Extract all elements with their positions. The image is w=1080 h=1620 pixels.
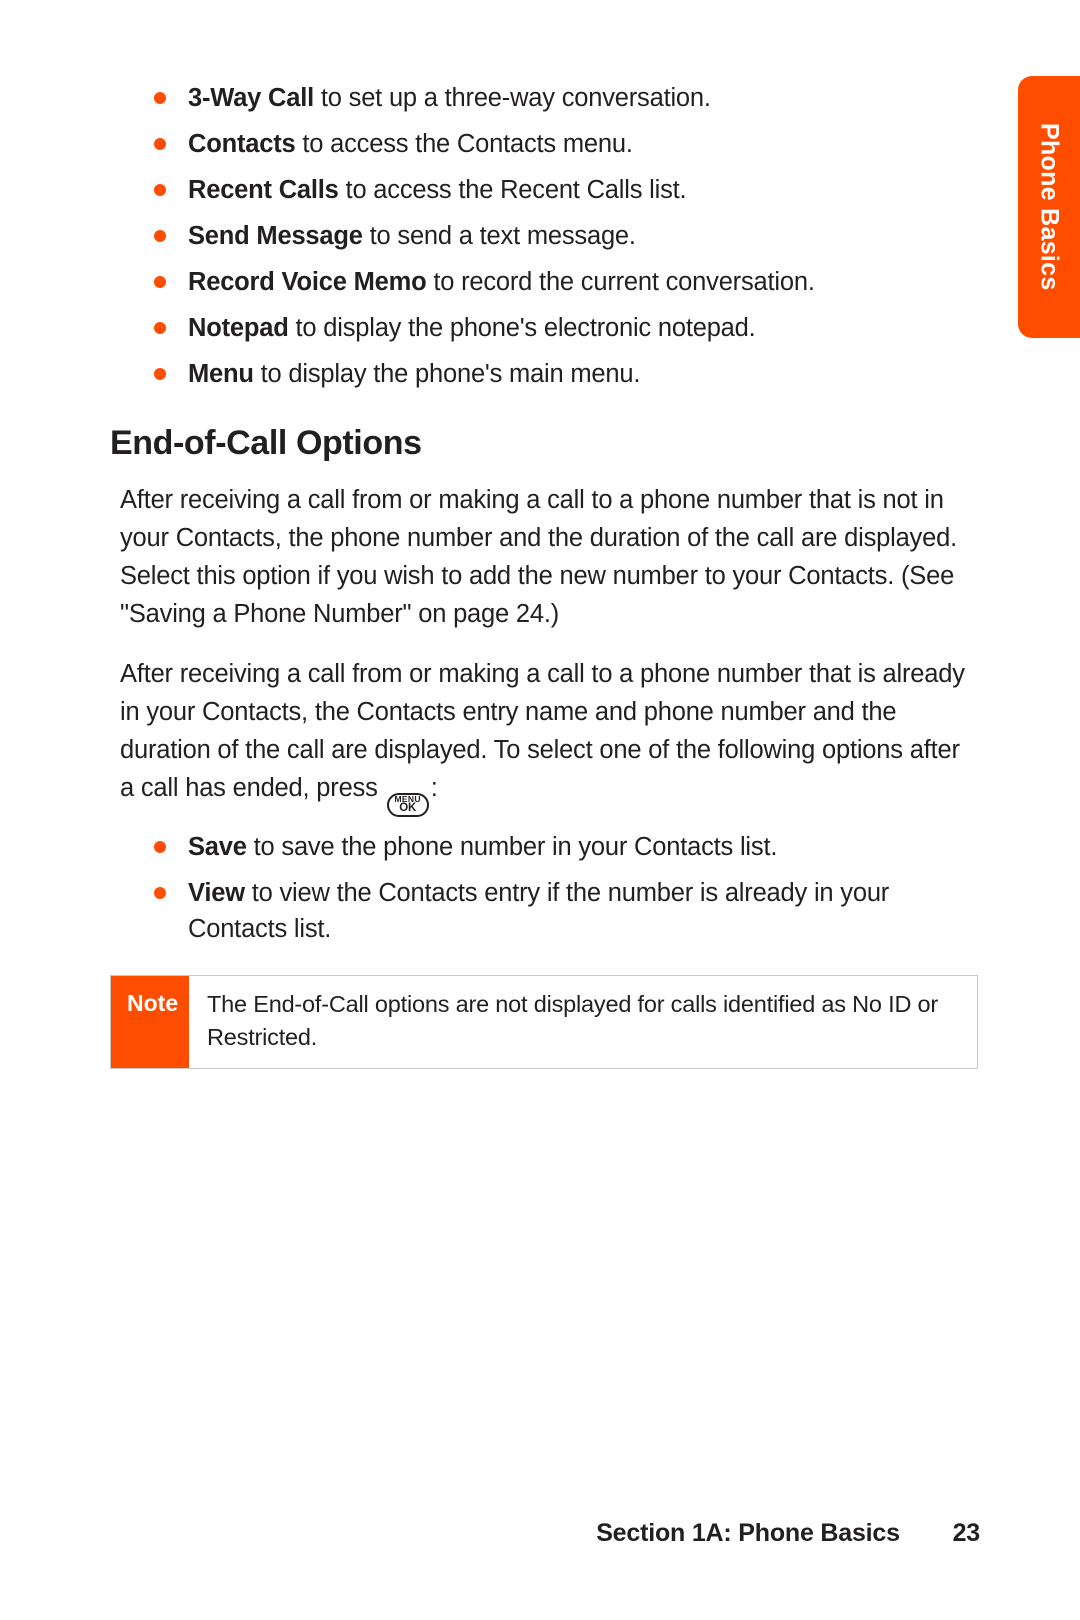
end-call-options-list: Save to save the phone number in your Co… bbox=[110, 829, 980, 947]
list-item: Notepad to display the phone's electroni… bbox=[154, 310, 980, 346]
list-item: Menu to display the phone's main menu. bbox=[154, 356, 980, 392]
footer-page-number: 23 bbox=[953, 1519, 980, 1547]
option-name: Contacts bbox=[188, 130, 296, 158]
option-desc: to save the phone number in your Contact… bbox=[247, 833, 777, 861]
side-tab-phone-basics: Phone Basics bbox=[1018, 76, 1080, 338]
options-list: 3-Way Call to set up a three-way convers… bbox=[110, 80, 980, 392]
option-desc: to set up a three-way conversation. bbox=[314, 84, 711, 112]
option-desc: to send a text message. bbox=[363, 222, 636, 250]
option-desc: to access the Contacts menu. bbox=[296, 130, 633, 158]
paragraph: After receiving a call from or making a … bbox=[120, 655, 980, 817]
option-desc: to record the current conversation. bbox=[426, 268, 814, 296]
option-name: View bbox=[188, 879, 245, 907]
option-name: Menu bbox=[188, 360, 254, 388]
menu-ok-key-icon: MENU OK bbox=[387, 793, 429, 817]
list-item: Recent Calls to access the Recent Calls … bbox=[154, 172, 980, 208]
note-text: The End-of-Call options are not displaye… bbox=[189, 976, 977, 1068]
option-name: Recent Calls bbox=[188, 176, 339, 204]
option-name: 3-Way Call bbox=[188, 84, 314, 112]
list-item: Contacts to access the Contacts menu. bbox=[154, 126, 980, 162]
section-heading: End-of-Call Options bbox=[110, 424, 980, 463]
footer-section: Section 1A: Phone Basics bbox=[596, 1519, 900, 1547]
option-desc: to display the phone's main menu. bbox=[254, 360, 640, 388]
option-name: Notepad bbox=[188, 314, 289, 342]
option-desc: to access the Recent Calls list. bbox=[339, 176, 687, 204]
option-desc: to view the Contacts entry if the number… bbox=[188, 879, 889, 943]
list-item: Send Message to send a text message. bbox=[154, 218, 980, 254]
list-item: 3-Way Call to set up a three-way convers… bbox=[154, 80, 980, 116]
side-tab-label: Phone Basics bbox=[1035, 123, 1064, 291]
list-item: View to view the Contacts entry if the n… bbox=[154, 875, 980, 947]
option-name: Record Voice Memo bbox=[188, 268, 426, 296]
list-item: Save to save the phone number in your Co… bbox=[154, 829, 980, 865]
key-bottom-label: OK bbox=[399, 803, 416, 815]
option-name: Send Message bbox=[188, 222, 363, 250]
paragraph-text-post: : bbox=[431, 774, 438, 802]
note-box: Note The End-of-Call options are not dis… bbox=[110, 975, 978, 1069]
list-item: Record Voice Memo to record the current … bbox=[154, 264, 980, 300]
option-name: Save bbox=[188, 833, 247, 861]
page-footer: Section 1A: Phone Basics 23 bbox=[596, 1519, 980, 1548]
paragraph: After receiving a call from or making a … bbox=[120, 481, 980, 633]
note-label: Note bbox=[111, 976, 189, 1068]
paragraph-text-pre: After receiving a call from or making a … bbox=[120, 660, 965, 802]
option-desc: to display the phone's electronic notepa… bbox=[289, 314, 756, 342]
